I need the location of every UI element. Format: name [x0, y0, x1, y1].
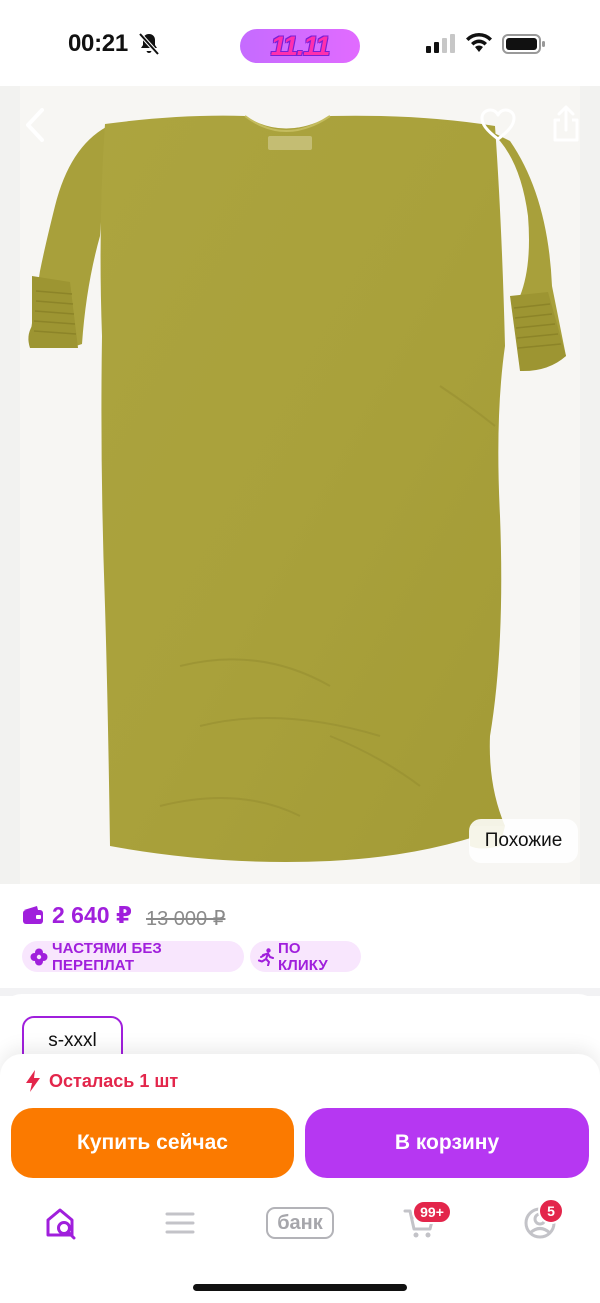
installments-badge[interactable]: ЧАСТЯМИ БЕЗ ПЕРЕПЛАТ [22, 939, 244, 974]
nav-bank[interactable]: банк [264, 1203, 336, 1243]
installments-icon [30, 948, 48, 965]
status-time: 00:21 [68, 30, 128, 57]
add-to-cart-button[interactable]: В корзину [305, 1108, 589, 1178]
favorite-heart-icon[interactable] [480, 108, 516, 142]
cart-count-badge: 99+ [412, 1200, 452, 1224]
buy-now-button[interactable]: Купить сейчас [11, 1108, 294, 1178]
wifi-icon [466, 32, 492, 52]
cellular-signal-icon [426, 34, 455, 53]
product-image[interactable]: Похожие [0, 86, 600, 884]
old-price: 13 000 ₽ [146, 908, 226, 930]
home-indicator[interactable] [193, 1284, 407, 1291]
promo-badge[interactable]: 11.11 [240, 29, 360, 63]
one-click-badge-label: ПО КЛИКУ [278, 939, 328, 974]
nav-home[interactable] [42, 1203, 80, 1243]
dress-illustration [28, 115, 566, 862]
installments-badge-label: ЧАСТЯМИ БЕЗ ПЕРЕПЛАТ [52, 939, 162, 974]
nav-catalog[interactable] [162, 1203, 198, 1243]
home-search-icon [46, 1208, 76, 1240]
share-icon[interactable] [550, 104, 582, 144]
back-button[interactable] [18, 104, 52, 146]
battery-icon [502, 34, 545, 54]
bell-off-icon [138, 32, 160, 56]
similar-products-button[interactable]: Похожие [469, 819, 578, 863]
stock-remaining: Осталась 1 шт [49, 1071, 179, 1091]
bank-label: банк [266, 1207, 334, 1239]
runner-icon [258, 947, 274, 966]
current-price: 2 640 ₽ [52, 902, 132, 928]
status-bar: 00:21 11.11 [0, 0, 600, 86]
one-click-badge[interactable]: ПО КЛИКУ [250, 939, 361, 974]
menu-icon [165, 1212, 195, 1234]
lightning-icon [26, 1070, 40, 1092]
profile-notification-badge: 5 [538, 1198, 564, 1224]
wallet-icon [23, 906, 43, 924]
